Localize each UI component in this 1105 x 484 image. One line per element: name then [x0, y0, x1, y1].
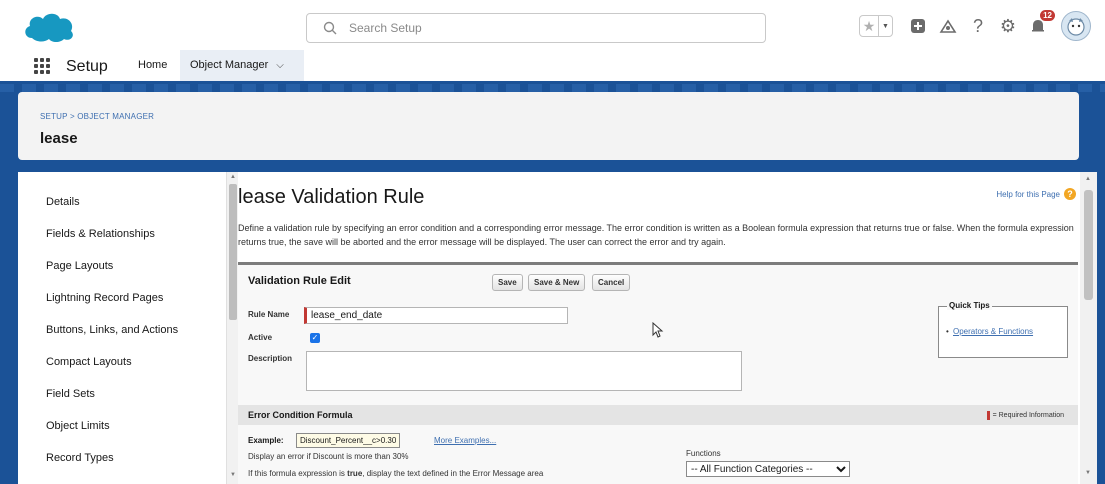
page-title: lease	[40, 130, 78, 147]
notification-badge: 12	[1040, 10, 1055, 21]
active-checkbox[interactable]: ✓	[310, 333, 320, 343]
sidebar-item-details[interactable]: Details	[46, 196, 80, 208]
sidebar-item-compact-layouts[interactable]: Compact Layouts	[46, 356, 132, 368]
search-icon	[323, 21, 337, 35]
quick-tips-title: Quick Tips	[947, 301, 992, 310]
tab-home[interactable]: Home	[128, 50, 177, 81]
sidebar-scrollbar[interactable]: ▲ ▼	[226, 172, 238, 484]
operators-functions-link[interactable]: Operators & Functions	[953, 327, 1033, 336]
required-information-text: = Required Information	[992, 412, 1064, 419]
scroll-up-icon[interactable]: ▲	[1085, 176, 1091, 182]
bullet-icon: •	[946, 327, 949, 336]
chevron-down-icon[interactable]: ⌵	[276, 50, 284, 81]
sidebar-item-record-types[interactable]: Record Types	[46, 452, 114, 464]
active-label: Active	[248, 333, 273, 342]
validation-rule-title: lease Validation Rule	[238, 186, 425, 208]
formula-note-suffix: , display the text defined in the Error …	[362, 469, 544, 478]
main-panel: Details Fields & Relationships Page Layo…	[18, 172, 1097, 484]
sidebar-item-lightning-record-pages[interactable]: Lightning Record Pages	[46, 292, 163, 304]
main-scroll-thumb[interactable]	[1084, 190, 1093, 300]
favorites-button[interactable]: ★ ▼	[859, 15, 893, 37]
sidebar-item-fields-relationships[interactable]: Fields & Relationships	[46, 228, 155, 240]
global-header: ★ ▼ ? ⚙ 12	[0, 0, 1105, 50]
bell-icon[interactable]: 12	[1027, 10, 1055, 37]
help-icon[interactable]: ?	[1064, 188, 1076, 200]
formula-note: If this formula expression is true, disp…	[248, 469, 543, 478]
header-icons: ★ ▼ ? ⚙ 12	[859, 10, 1091, 42]
save-button[interactable]: Save	[492, 274, 523, 291]
formula-note-bold: true	[347, 469, 363, 478]
app-name: Setup	[66, 58, 108, 75]
sidebar-scroll-thumb[interactable]	[229, 184, 237, 320]
help-icon[interactable]: ?	[967, 15, 989, 37]
app-navigation: Setup Home Object Manager ⌵	[0, 50, 1105, 84]
object-sidebar: Details Fields & Relationships Page Layo…	[18, 172, 226, 484]
search-input[interactable]	[349, 18, 749, 38]
background-pattern	[0, 84, 1105, 92]
trailhead-icon[interactable]	[937, 15, 959, 37]
function-category-select[interactable]: -- All Function Categories --	[686, 461, 850, 477]
scroll-up-icon[interactable]: ▲	[230, 174, 236, 180]
validation-rule-edit-panel: Validation Rule Edit Save Save & New Can…	[238, 262, 1078, 484]
error-condition-section-header: Error Condition Formula = Required Infor…	[238, 405, 1078, 425]
example-label: Example:	[248, 436, 284, 445]
main-scrollbar[interactable]: ▲ ▼	[1080, 172, 1097, 484]
breadcrumb[interactable]: SETUP > OBJECT MANAGER	[40, 112, 154, 121]
help-link-text[interactable]: Help for this Page	[996, 190, 1060, 199]
app-launcher-icon[interactable]	[34, 58, 50, 74]
rule-name-label: Rule Name	[248, 310, 290, 319]
rule-name-input[interactable]	[304, 307, 568, 324]
description-textarea[interactable]	[306, 351, 742, 391]
mouse-cursor-icon	[652, 322, 664, 338]
tab-object-manager-label: Object Manager	[190, 59, 269, 71]
more-examples-link[interactable]: More Examples...	[434, 436, 496, 445]
scroll-down-icon[interactable]: ▼	[1085, 470, 1091, 476]
salesforce-cloud-icon[interactable]	[22, 8, 76, 44]
page-header: SETUP > OBJECT MANAGER lease	[18, 92, 1079, 160]
required-indicator-icon	[986, 411, 990, 420]
formula-note-prefix: If this formula expression is	[248, 469, 348, 478]
example-formula: Discount_Percent__c>0.30	[296, 433, 401, 448]
sidebar-item-object-limits[interactable]: Object Limits	[46, 420, 110, 432]
section-title: Error Condition Formula	[248, 410, 353, 420]
chevron-down-icon[interactable]: ▼	[878, 16, 892, 36]
sidebar-item-field-sets[interactable]: Field Sets	[46, 388, 95, 400]
panel-title: Validation Rule Edit	[248, 275, 351, 287]
gear-icon[interactable]: ⚙	[997, 15, 1019, 37]
example-note: Display an error if Discount is more tha…	[248, 452, 409, 461]
avatar[interactable]	[1061, 11, 1091, 41]
sidebar-item-page-layouts[interactable]: Page Layouts	[46, 260, 113, 272]
tab-object-manager[interactable]: Object Manager ⌵	[180, 50, 304, 84]
sidebar-item-buttons-links-actions[interactable]: Buttons, Links, and Actions	[46, 324, 178, 336]
plus-icon[interactable]	[907, 15, 929, 37]
cancel-button[interactable]: Cancel	[592, 274, 631, 291]
help-for-page-link[interactable]: Help for this Page ?	[996, 188, 1076, 200]
save-new-button[interactable]: Save & New	[528, 274, 586, 291]
functions-label: Functions	[686, 449, 721, 458]
search-bar[interactable]	[306, 13, 766, 43]
star-icon[interactable]: ★	[860, 16, 878, 36]
required-information-key: = Required Information	[986, 411, 1064, 420]
quick-tips-box: Quick Tips • Operators & Functions	[938, 301, 1068, 358]
description-label: Description	[248, 354, 293, 363]
rule-description-text: Define a validation rule by specifying a…	[238, 223, 1074, 247]
scroll-down-icon[interactable]: ▼	[230, 472, 236, 478]
